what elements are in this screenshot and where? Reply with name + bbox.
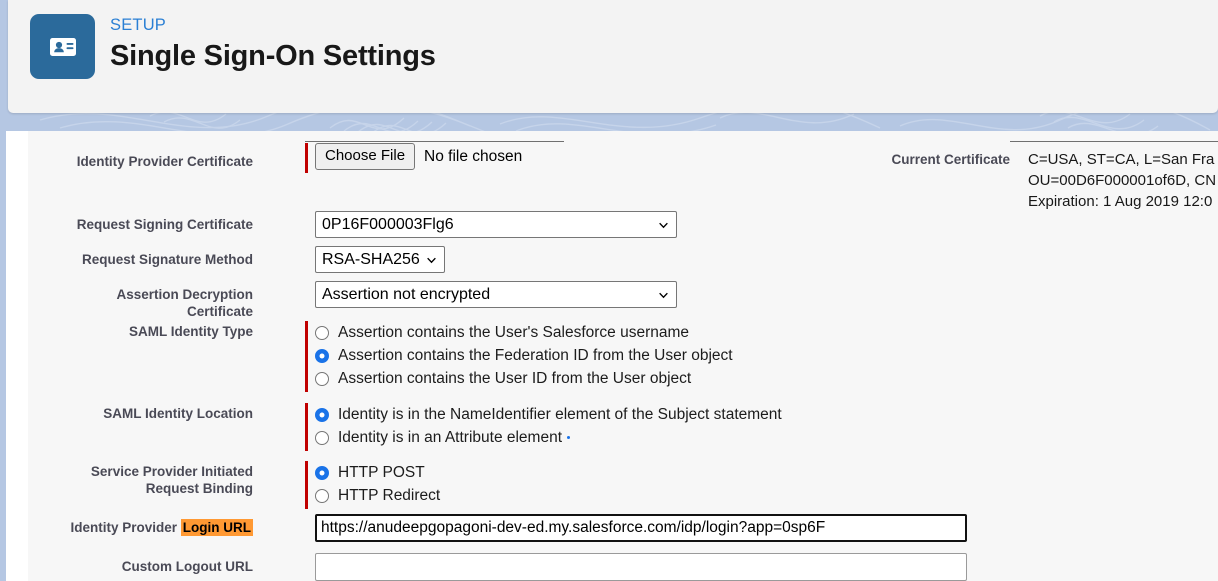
row-assertion-decryption-certificate: Assertion Decryption Certificate Asserti… xyxy=(28,281,677,320)
radio-button-icon[interactable] xyxy=(315,325,329,340)
label-saml-identity-type: SAML Identity Type xyxy=(128,324,253,339)
label-identity-provider-certificate: Identity Provider Certificate xyxy=(76,154,253,169)
label-current-certificate: Current Certificate xyxy=(891,152,1010,167)
certificate-line-3: Expiration: 1 Aug 2019 12:0 xyxy=(1028,193,1213,210)
info-dot-icon xyxy=(567,436,571,439)
row-identity-provider-login-url: Identity Provider Login URL https://anud… xyxy=(28,514,967,542)
label-request-signature-method: Request Signature Method xyxy=(81,252,253,267)
input-custom-logout-url[interactable] xyxy=(315,553,967,581)
section-divider-right xyxy=(1010,141,1218,142)
radio-group-saml-identity-location: Identity is in the NameIdentifier elemen… xyxy=(305,403,782,451)
label-custom-logout-url: Custom Logout URL xyxy=(121,559,253,574)
field-current-certificate: C=USA, ST=CA, L=San Fra OU=00D6F000001of… xyxy=(1028,143,1216,212)
row-request-signature-method: Request Signature Method RSA-SHA256 xyxy=(28,246,445,273)
required-indicator xyxy=(305,321,308,392)
sso-settings-page: SETUP Single Sign-On Settings Identity P… xyxy=(0,0,1218,581)
required-indicator xyxy=(305,403,308,451)
radio-option-federation-id[interactable]: Assertion contains the Federation ID fro… xyxy=(315,344,733,367)
label-identity-provider-login-url: Identity Provider Login URL xyxy=(28,514,253,536)
select-assertion-decryption-certificate[interactable]: Assertion not encrypted xyxy=(315,281,677,308)
file-upload-control[interactable]: Choose File No file chosen xyxy=(315,143,522,170)
settings-panel: Identity Provider Certificate Choose Fil… xyxy=(28,131,1218,581)
label-service-provider-request-binding: Service Provider Initiated Request Bindi… xyxy=(28,461,253,497)
left-gutter xyxy=(6,131,28,581)
row-request-signing-certificate: Request Signing Certificate 0P16F000003F… xyxy=(28,211,677,238)
select-assertion-decryption-certificate-value: Assertion not encrypted xyxy=(322,286,491,303)
label-highlight-text: Login URL xyxy=(180,519,253,536)
radio-option-label: Identity is in the NameIdentifier elemen… xyxy=(338,406,782,423)
field-saml-identity-type: Assertion contains the User's Salesforce… xyxy=(305,321,733,392)
chevron-down-icon xyxy=(659,222,668,228)
row-saml-identity-type: SAML Identity Type Assertion contains th… xyxy=(28,321,733,392)
certificate-line-1: C=USA, ST=CA, L=San Fra xyxy=(1028,151,1215,168)
radio-button-icon[interactable] xyxy=(315,430,329,445)
setup-eyebrow: SETUP xyxy=(110,16,167,34)
radio-button-icon[interactable] xyxy=(315,407,329,422)
radio-option-user-id[interactable]: Assertion contains the User ID from the … xyxy=(315,367,733,390)
radio-group-request-binding: HTTP POST HTTP Redirect xyxy=(305,461,440,509)
required-indicator xyxy=(305,461,308,509)
radio-button-icon[interactable] xyxy=(315,371,329,386)
radio-option-username[interactable]: Assertion contains the User's Salesforce… xyxy=(315,321,733,344)
page-body: Identity Provider Certificate Choose Fil… xyxy=(0,131,1218,581)
row-identity-provider-certificate: Identity Provider Certificate Choose Fil… xyxy=(28,143,522,173)
file-status-text: No file chosen xyxy=(424,147,523,165)
id-card-glyph-icon xyxy=(49,37,76,56)
certificate-line-2: OU=00D6F000001of6D, CN xyxy=(1028,172,1217,189)
field-custom-logout-url xyxy=(305,553,967,581)
radio-option-http-post[interactable]: HTTP POST xyxy=(315,461,440,484)
radio-button-icon[interactable] xyxy=(315,465,329,480)
radio-option-label: Assertion contains the Federation ID fro… xyxy=(338,347,733,364)
field-request-signing-certificate: 0P16F000003Flg6 xyxy=(305,211,677,238)
required-indicator xyxy=(305,143,308,173)
radio-option-label: HTTP POST xyxy=(338,464,425,481)
radio-button-icon[interactable] xyxy=(315,348,329,363)
field-service-provider-request-binding: HTTP POST HTTP Redirect xyxy=(305,461,440,509)
select-request-signature-method[interactable]: RSA-SHA256 xyxy=(315,246,445,273)
id-card-icon xyxy=(30,14,95,79)
label-prefix-text: Identity Provider xyxy=(70,520,181,535)
chevron-down-icon xyxy=(426,257,436,263)
label-line-1: Service Provider Initiated xyxy=(90,464,253,479)
radio-group-saml-identity-type: Assertion contains the User's Salesforce… xyxy=(305,321,733,392)
radio-button-icon[interactable] xyxy=(315,488,329,503)
select-request-signing-certificate-value: 0P16F000003Flg6 xyxy=(322,216,454,233)
row-custom-logout-url: Custom Logout URL xyxy=(28,553,967,581)
label-saml-identity-location: SAML Identity Location xyxy=(103,406,253,421)
field-assertion-decryption-certificate: Assertion not encrypted xyxy=(305,281,677,308)
select-request-signature-method-value: RSA-SHA256 xyxy=(322,251,420,268)
page-title: Single Sign-On Settings xyxy=(110,40,436,72)
label-line-2: Request Binding xyxy=(145,481,253,496)
field-identity-provider-certificate: Choose File No file chosen xyxy=(305,143,522,173)
section-divider-left xyxy=(305,141,564,142)
field-request-signature-method: RSA-SHA256 xyxy=(305,246,445,273)
header-content: SETUP Single Sign-On Settings xyxy=(30,14,436,79)
radio-option-label: Assertion contains the User's Salesforce… xyxy=(338,324,690,341)
radio-option-attribute-element[interactable]: Identity is in an Attribute element xyxy=(315,426,782,449)
radio-option-nameidentifier[interactable]: Identity is in the NameIdentifier elemen… xyxy=(315,403,782,426)
label-line-1: Assertion Decryption xyxy=(116,287,253,302)
radio-option-label: Identity is in an Attribute element xyxy=(338,429,563,446)
row-service-provider-request-binding: Service Provider Initiated Request Bindi… xyxy=(28,461,440,509)
radio-option-label: Assertion contains the User ID from the … xyxy=(338,370,692,387)
row-saml-identity-location: SAML Identity Location Identity is in th… xyxy=(28,403,782,451)
radio-option-http-redirect[interactable]: HTTP Redirect xyxy=(315,484,440,507)
header-text: SETUP Single Sign-On Settings xyxy=(110,15,436,75)
field-saml-identity-location: Identity is in the NameIdentifier elemen… xyxy=(305,403,782,451)
chevron-down-icon xyxy=(659,292,668,298)
row-current-certificate: Current Certificate C=USA, ST=CA, L=San … xyxy=(846,143,1216,212)
label-line-2: Certificate xyxy=(186,304,253,319)
field-identity-provider-login-url: https://anudeepgopagoni-dev-ed.my.salesf… xyxy=(305,514,967,542)
page-header: SETUP Single Sign-On Settings xyxy=(8,0,1218,113)
radio-option-label: HTTP Redirect xyxy=(338,487,441,504)
choose-file-button[interactable]: Choose File xyxy=(315,143,416,170)
label-assertion-decryption-certificate: Assertion Decryption Certificate xyxy=(28,281,253,320)
input-identity-provider-login-url[interactable]: https://anudeepgopagoni-dev-ed.my.salesf… xyxy=(315,514,967,542)
select-request-signing-certificate[interactable]: 0P16F000003Flg6 xyxy=(315,211,677,238)
label-request-signing-certificate: Request Signing Certificate xyxy=(76,217,253,232)
